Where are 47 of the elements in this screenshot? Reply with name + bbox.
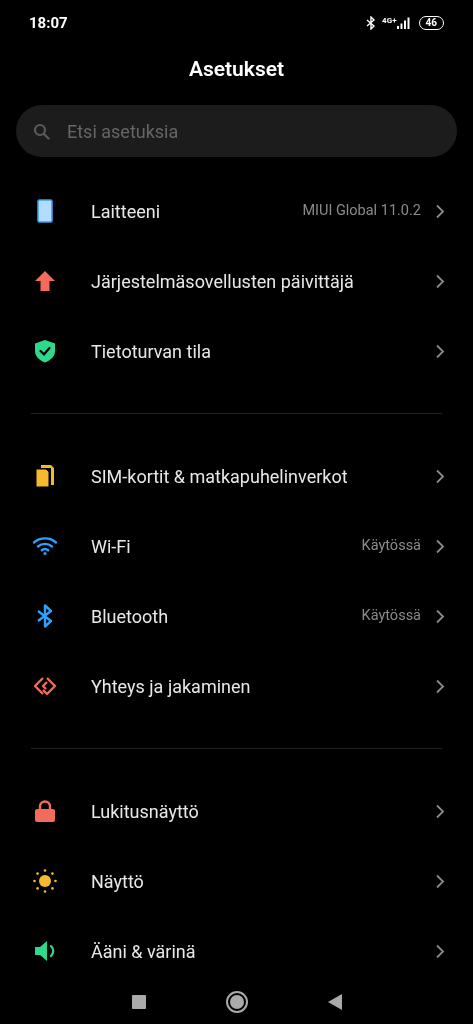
chevron-right-icon bbox=[435, 538, 445, 554]
settings-item[interactable]: Yhteys ja jakaminen bbox=[0, 651, 473, 721]
network-type: 4G+ bbox=[382, 17, 397, 25]
settings-item[interactable]: SIM-kortit & matkapuhelinverkot bbox=[0, 441, 473, 511]
item-label: Wi-Fi bbox=[91, 534, 132, 559]
sun-icon bbox=[32, 868, 58, 894]
settings-item[interactable]: Lukitusnäyttö bbox=[0, 776, 473, 846]
item-label: Yhteys ja jakaminen bbox=[91, 674, 252, 699]
chevron-right-icon bbox=[435, 203, 445, 219]
item-label: Laitteeni bbox=[91, 199, 162, 224]
item-label: Bluetooth bbox=[91, 604, 170, 629]
chevron-right-icon bbox=[435, 273, 445, 289]
chevron-right-icon bbox=[435, 943, 445, 959]
search-input[interactable]: Etsi asetuksia bbox=[67, 117, 440, 145]
recent-apps-button[interactable] bbox=[131, 995, 146, 1009]
item-value: Käytössä bbox=[361, 606, 421, 627]
status-time: 18:07 bbox=[29, 12, 68, 34]
settings-item[interactable]: Ääni & värinä bbox=[0, 916, 473, 986]
chevron-right-icon bbox=[435, 803, 445, 819]
settings-item[interactable]: Näyttö bbox=[0, 846, 473, 916]
chevron-right-icon bbox=[435, 468, 445, 484]
item-label: Lukitusnäyttö bbox=[91, 799, 200, 824]
item-value: MIUI Global 11.0.2 bbox=[302, 201, 421, 222]
page-title: Asetukset bbox=[188, 56, 285, 84]
chevron-right-icon bbox=[435, 873, 445, 889]
item-label: Ääni & värinä bbox=[91, 939, 197, 964]
chevron-right-icon bbox=[435, 343, 445, 359]
back-icon[interactable] bbox=[327, 994, 342, 1010]
item-label: Järjestelmäsovellusten päivittäjä bbox=[91, 269, 355, 294]
lock-icon bbox=[32, 798, 58, 824]
settings-item[interactable]: Tietoturvan tila bbox=[0, 316, 473, 386]
item-label: SIM-kortit & matkapuhelinverkot bbox=[91, 464, 349, 489]
settings-item[interactable]: Wi-Fi Käytössä bbox=[0, 511, 473, 581]
chevron-right-icon bbox=[435, 678, 445, 694]
settings-item[interactable]: Järjestelmäsovellusten päivittäjä bbox=[0, 246, 473, 316]
signal-icon bbox=[396, 17, 411, 29]
chevron-right-icon bbox=[435, 608, 445, 624]
item-label: Näyttö bbox=[91, 869, 145, 894]
item-value: Käytössä bbox=[361, 536, 421, 557]
shield-icon bbox=[32, 338, 58, 364]
settings-item[interactable]: Bluetooth Käytössä bbox=[0, 581, 473, 651]
settings-item[interactable]: Laitteeni MIUI Global 11.0.2 bbox=[0, 176, 473, 246]
search-field[interactable]: Etsi asetuksia bbox=[16, 105, 457, 157]
bluetooth-icon bbox=[366, 16, 377, 30]
home-button[interactable] bbox=[225, 991, 248, 1013]
search-icon bbox=[33, 122, 50, 140]
item-label: Tietoturvan tila bbox=[91, 339, 212, 364]
